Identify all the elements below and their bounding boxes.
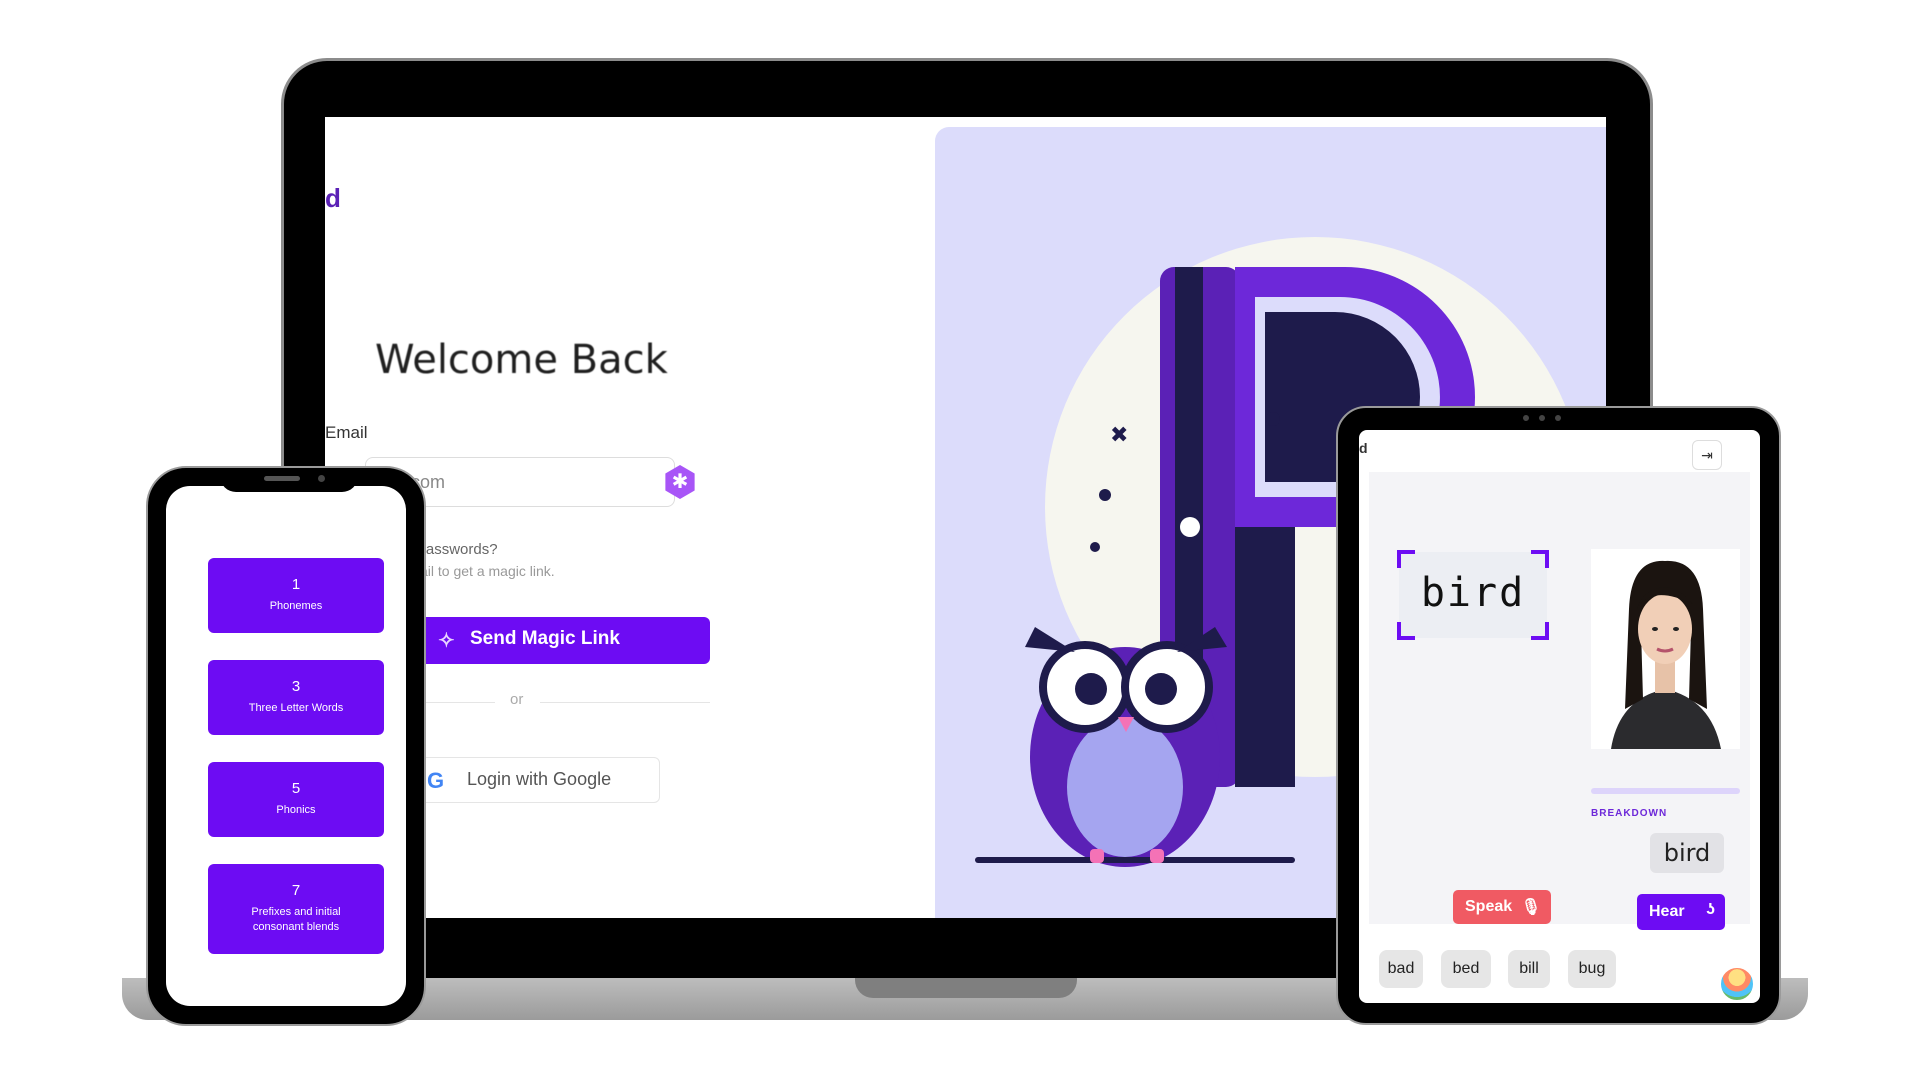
target-word-frame: bird — [1397, 550, 1549, 640]
lesson-number: 1 — [291, 576, 301, 593]
page-title: Welcome Back — [375, 337, 668, 383]
frame-corner — [1531, 622, 1549, 640]
email-label: Email — [325, 423, 368, 442]
google-login-button[interactable]: G Login with Google — [420, 757, 660, 803]
send-magic-link-button[interactable]: ✧ Send Magic Link — [420, 617, 710, 664]
or-separator: or — [510, 691, 524, 708]
lesson-card-prefixes[interactable]: 7 Prefixes and initial consonant blends — [208, 864, 384, 954]
lesson-number: 3 — [291, 678, 301, 695]
phone-screen: 1 Phonemes 3 Three Letter Words 5 Phonic… — [166, 486, 406, 1006]
phone-notch — [220, 468, 358, 492]
hear-label: Hear — [1649, 903, 1685, 920]
lesson-card-phonics[interactable]: 5 Phonics — [208, 762, 384, 837]
divider-right — [540, 702, 710, 703]
tutor-photo — [1591, 549, 1740, 749]
frame-corner — [1397, 550, 1415, 568]
lesson-name: Three Letter Words — [248, 702, 344, 714]
target-word: bird — [1420, 570, 1526, 616]
practice-panel: bird BREAKDOWN bird Speak 🎙 Hear ʖ — [1369, 472, 1750, 930]
phone-frame: 1 Phonemes 3 Three Letter Words 5 Phonic… — [146, 466, 426, 1026]
google-icon: G — [427, 768, 445, 793]
brand-logo: d — [325, 183, 341, 213]
frame-corner — [1531, 550, 1549, 568]
word-chip[interactable]: bug — [1568, 950, 1616, 988]
frame-corner — [1397, 622, 1415, 640]
speak-button[interactable]: Speak 🎙 — [1453, 890, 1551, 924]
lesson-number: 7 — [291, 882, 301, 899]
speak-label: Speak — [1465, 898, 1513, 915]
tablet-screen: d ⇥ bird BREAKDOWN bird Speak 🎙 Hear ʖ b… — [1359, 430, 1760, 1003]
tablet-frame: d ⇥ bird BREAKDOWN bird Speak 🎙 Hear ʖ b… — [1336, 406, 1781, 1025]
word-chip[interactable]: bad — [1379, 950, 1423, 988]
word-chip[interactable]: bed — [1441, 950, 1491, 988]
lesson-name: Prefixes and initial consonant blends — [251, 906, 341, 933]
front-camera — [318, 475, 325, 482]
tablet-logo: d — [1359, 440, 1368, 456]
device-mockup: d Welcome Back Email ple.com ✱ g passwor… — [0, 0, 1920, 1080]
ear-icon: ʖ — [1706, 901, 1715, 918]
lesson-card-three-letter-words[interactable]: 3 Three Letter Words — [208, 660, 384, 735]
send-magic-link-label: Send Magic Link — [470, 628, 620, 649]
svg-text:✖: ✖ — [1110, 422, 1128, 447]
breakdown-heading: BREAKDOWN — [1591, 808, 1668, 819]
magic-wand-icon: ✧ — [438, 630, 455, 652]
lesson-number: 5 — [291, 780, 301, 797]
lesson-name: Phonics — [276, 804, 316, 816]
logout-icon[interactable]: ⇥ — [1692, 440, 1722, 470]
tablet-camera — [1523, 414, 1563, 422]
speaker-grille — [264, 476, 300, 481]
tutor-avatar — [1591, 549, 1740, 749]
hear-button[interactable]: Hear ʖ — [1637, 894, 1725, 930]
google-login-label: Login with Google — [467, 769, 612, 789]
word-chip[interactable]: bill — [1508, 950, 1550, 988]
magic-link-subhint: ail to get a magic link. — [420, 563, 555, 579]
progress-bar — [1591, 788, 1740, 794]
lesson-card-phonemes[interactable]: 1 Phonemes — [208, 558, 384, 633]
syllable-tile[interactable]: bird — [1650, 833, 1724, 873]
microphone-icon: 🎙 — [1520, 899, 1541, 916]
island-avatar-icon[interactable] — [1719, 966, 1755, 1002]
laptop-hinge-notch — [855, 978, 1077, 998]
lesson-name: Phonemes — [269, 600, 323, 612]
